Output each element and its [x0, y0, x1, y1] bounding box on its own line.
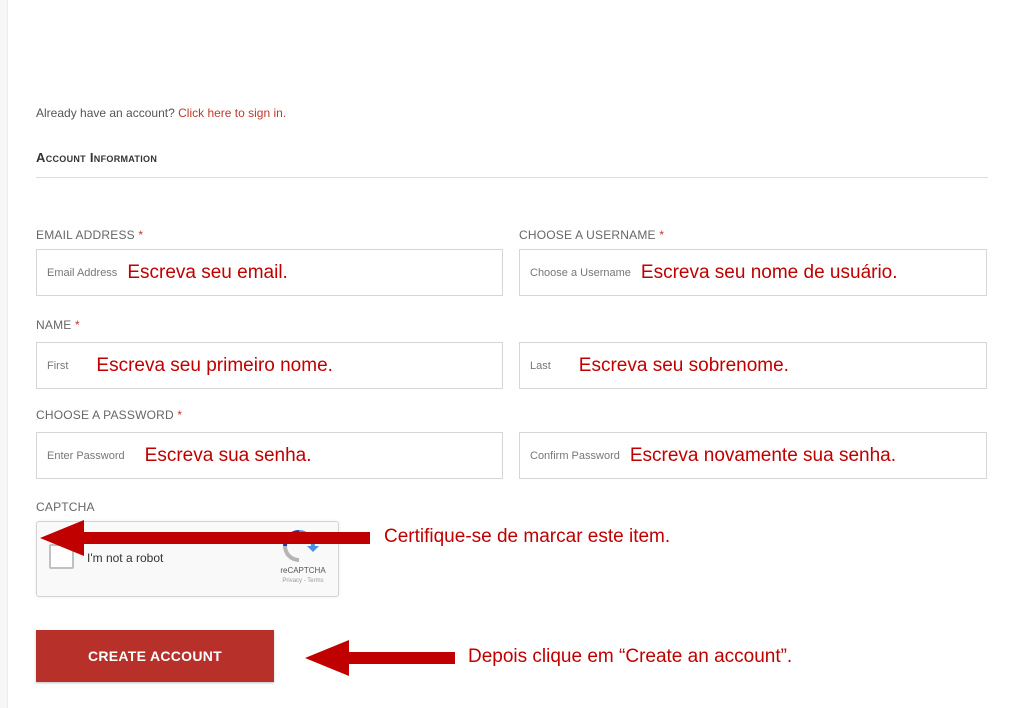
email-placeholder: Email Address: [47, 266, 118, 279]
last-name-placeholder: Last: [530, 359, 551, 372]
username-hint: Escreva seu nome de usuário.: [640, 261, 898, 283]
recaptcha-brand: reCAPTCHA: [280, 566, 326, 575]
name-label-text: NAME: [36, 318, 72, 332]
create-account-button[interactable]: CREATE ACCOUNT: [36, 630, 274, 682]
arrow-left-icon: [40, 520, 370, 556]
button-annotation: Depois clique em “Create an account”.: [468, 646, 793, 667]
password-label-text: CHOOSE A PASSWORD: [36, 408, 174, 422]
first-name-hint: Escreva seu primeiro nome.: [96, 354, 333, 376]
signin-prompt: Already have an account?: [36, 106, 175, 120]
signin-link[interactable]: Click here to sign in.: [178, 106, 286, 120]
captcha-annotation: Certifique-se de marcar este item.: [384, 526, 671, 547]
section-title: Account Information: [36, 150, 158, 165]
username-placeholder: Choose a Username: [530, 266, 631, 279]
email-field[interactable]: Email Address Escreva seu email.: [36, 249, 503, 296]
first-name-placeholder: First: [47, 359, 69, 372]
recaptcha-terms[interactable]: Privacy - Terms: [273, 578, 333, 584]
left-edge: [0, 0, 8, 708]
email-label: EMAIL ADDRESS *: [36, 228, 143, 242]
signin-line: Already have an account? Click here to s…: [36, 106, 286, 120]
arrow-left-icon: [305, 640, 455, 676]
password-hint: Escreva sua senha.: [144, 444, 312, 466]
name-label: NAME *: [36, 318, 80, 332]
email-hint: Escreva seu email.: [127, 261, 288, 283]
required-mark: *: [75, 318, 80, 332]
captcha-label: CAPTCHA: [36, 500, 95, 514]
section-divider: [36, 177, 988, 178]
confirm-password-hint: Escreva novamente sua senha.: [629, 444, 897, 466]
confirm-password-placeholder: Confirm Password: [530, 449, 620, 462]
last-name-field[interactable]: Last Escreva seu sobrenome.: [519, 342, 987, 389]
password-field[interactable]: Enter Password Escreva sua senha.: [36, 432, 503, 479]
last-name-hint: Escreva seu sobrenome.: [578, 354, 789, 376]
username-label: CHOOSE A USERNAME *: [519, 228, 664, 242]
required-mark: *: [659, 228, 665, 242]
first-name-field[interactable]: First Escreva seu primeiro nome.: [36, 342, 503, 389]
password-label: CHOOSE A PASSWORD *: [36, 408, 182, 422]
required-mark: *: [138, 228, 144, 242]
confirm-password-field[interactable]: Confirm Password Escreva novamente sua s…: [519, 432, 987, 479]
username-label-text: CHOOSE A USERNAME: [519, 228, 656, 242]
required-mark: *: [177, 408, 183, 422]
username-field[interactable]: Choose a Username Escreva seu nome de us…: [519, 249, 987, 296]
email-label-text: EMAIL ADDRESS: [36, 228, 135, 242]
password-placeholder: Enter Password: [47, 449, 125, 462]
